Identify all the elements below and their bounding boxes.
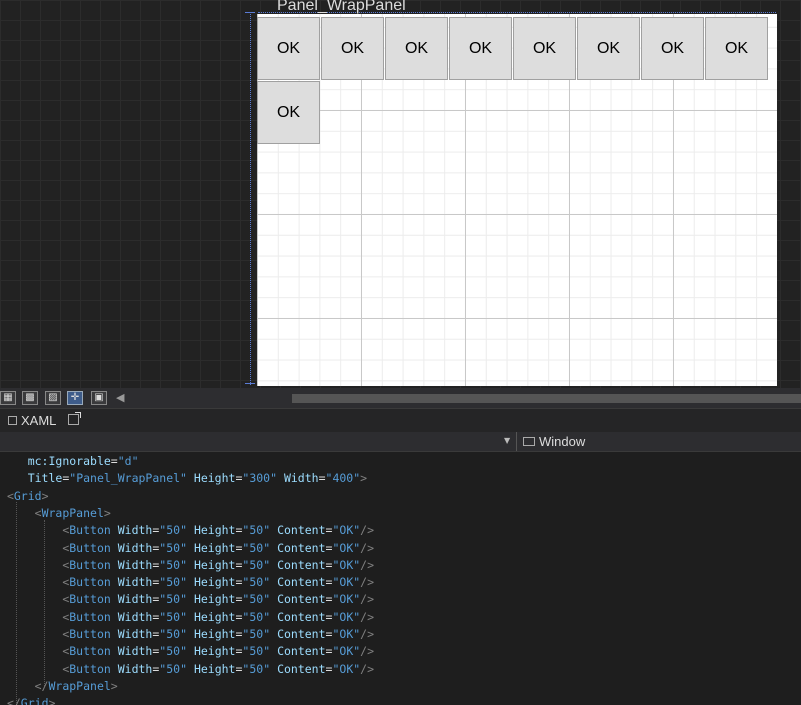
- adorner-tick-bottom: [245, 383, 255, 384]
- element-selector-dropdown[interactable]: Window: [516, 432, 801, 451]
- window-title: Panel_WrapPanel: [277, 0, 406, 14]
- code-line: <WrapPanel>: [34, 505, 111, 520]
- wrap-panel: OK OK OK OK OK OK OK OK OK: [257, 17, 777, 145]
- ok-button[interactable]: OK: [321, 17, 384, 80]
- code-line: <Button Width="50" Height="50" Content="…: [62, 627, 375, 641]
- editor-tab-bar: [0, 408, 801, 432]
- xaml-pane-icon: [8, 416, 17, 425]
- grid-view-icon[interactable]: ▦: [0, 391, 16, 405]
- code-line: <Button Width="50" Height="50" Content="…: [62, 575, 375, 590]
- snap-grid-icon[interactable]: ▩: [22, 391, 38, 405]
- design-toggle-icon[interactable]: ▣: [91, 391, 107, 405]
- code-line: <Button Width="50" Height="50" Content="…: [62, 644, 375, 659]
- code-line: <Button Width="50" Height="50" Content="…: [62, 609, 375, 624]
- code-line: <Button Width="50" Height="50" Content="…: [62, 557, 375, 572]
- pattern-icon[interactable]: ▨: [45, 391, 61, 405]
- code-line: Title="Panel_WrapPanel" Height="300" Wid…: [27, 471, 368, 486]
- selection-adorner-left: [250, 12, 251, 385]
- xaml-tab[interactable]: XAML: [8, 413, 56, 428]
- xaml-tab-label: XAML: [21, 413, 57, 428]
- code-line: <Button Width="50" Height="50" Content="…: [62, 661, 375, 676]
- popout-icon[interactable]: [68, 412, 81, 425]
- horizontal-scrollbar-thumb[interactable]: [292, 394, 801, 403]
- window-client-area[interactable]: OK OK OK OK OK OK OK OK OK: [257, 14, 777, 386]
- ok-button[interactable]: OK: [257, 17, 320, 80]
- code-line: </Grid>: [6, 696, 56, 705]
- code-line: </WrapPanel>: [34, 678, 118, 693]
- code-line: <Button Width="50" Height="50" Content="…: [62, 540, 375, 555]
- window-icon: [523, 437, 535, 446]
- code-line: <Button Width="50" Height="50" Content="…: [62, 523, 375, 538]
- code-line: <Grid>: [6, 488, 49, 503]
- ok-button[interactable]: OK: [577, 17, 640, 80]
- scroll-left-arrow-icon[interactable]: ◀: [116, 391, 124, 404]
- ok-button[interactable]: OK: [385, 17, 448, 80]
- ok-button[interactable]: OK: [449, 17, 512, 80]
- adorner-tick-top: [245, 12, 255, 13]
- ok-button[interactable]: OK: [513, 17, 576, 80]
- ok-button[interactable]: OK: [257, 81, 320, 144]
- xaml-code-editor[interactable]: mc:Ignorable="d" Title="Panel_WrapPanel"…: [0, 452, 801, 705]
- ok-button[interactable]: OK: [705, 17, 768, 80]
- design-surface[interactable]: Panel_WrapPanel OK OK OK OK OK OK OK OK OK: [0, 0, 801, 388]
- code-line: <Button Width="50" Height="50" Content="…: [62, 592, 375, 607]
- snap-lines-icon[interactable]: ✛: [67, 391, 83, 405]
- chevron-down-icon[interactable]: ▼: [504, 436, 510, 445]
- code-line: mc:Ignorable="d": [27, 454, 139, 468]
- element-selector-value: Window: [539, 434, 586, 449]
- ok-button[interactable]: OK: [641, 17, 704, 80]
